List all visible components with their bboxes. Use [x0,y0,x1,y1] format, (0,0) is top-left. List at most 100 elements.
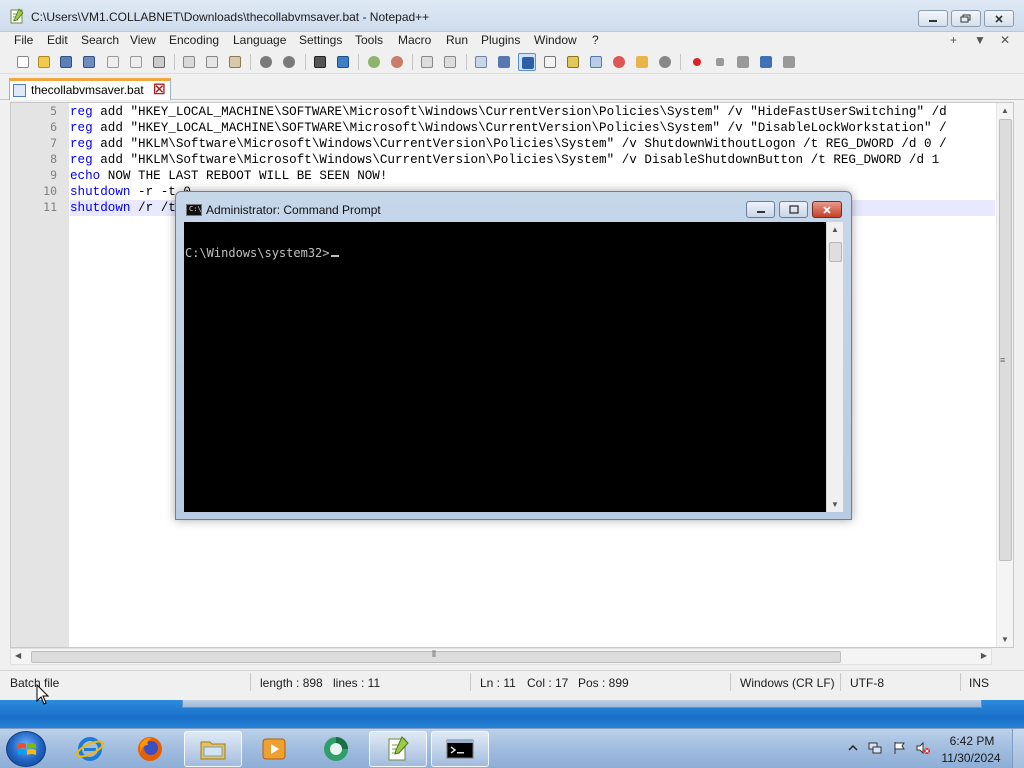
new-document-plus[interactable]: + [950,33,957,47]
save-all-icon[interactable] [80,53,98,71]
function-list-icon[interactable] [564,53,582,71]
command-prompt-taskbar-button[interactable] [431,731,489,767]
line-text: NOW THE LAST REBOOT WILL BE SEEN NOW! [100,169,388,183]
monitoring-icon[interactable] [610,53,628,71]
new-file-icon[interactable] [14,53,32,71]
cmd-minimize-button[interactable] [746,201,775,218]
cmd-close-button[interactable] [812,201,842,218]
notepad-plus-plus-icon [388,736,409,761]
encoding[interactable]: UTF-8 [850,676,884,690]
scroll-left-arrow-icon[interactable]: ◀ [15,651,21,660]
find-icon[interactable] [311,53,329,71]
menu-view[interactable]: View [130,33,156,47]
menu-file[interactable]: File [14,33,33,47]
scroll-up-arrow-icon[interactable]: ▲ [831,225,839,234]
close-button[interactable] [984,10,1014,27]
sync-horizontal-icon[interactable] [441,53,459,71]
tab-list-dropdown[interactable]: ▼ [974,33,986,47]
paste-icon[interactable] [226,53,244,71]
line-text: add "HKEY_LOCAL_MACHINE\SOFTWARE\Microso… [92,105,947,119]
media-player-taskbar-button[interactable] [245,731,303,767]
menu-encoding[interactable]: Encoding [169,33,219,47]
minimize-button[interactable] [918,10,948,27]
start-button[interactable] [6,731,46,767]
scroll-thumb[interactable] [829,242,842,262]
clock-time[interactable]: 6:42 PM [944,734,1000,748]
vertical-scrollbar[interactable]: ▲ ≡ ▼ [996,103,1013,647]
play-macro-icon[interactable] [734,53,752,71]
menu-help[interactable]: ? [592,33,599,47]
scroll-down-arrow-icon[interactable]: ▼ [831,500,839,509]
document-map-icon[interactable] [541,53,559,71]
run-macro-multiple-icon[interactable] [757,53,775,71]
toolbar-separator [358,54,359,70]
menu-run[interactable]: Run [446,33,468,47]
keyword: shutdown [70,201,131,215]
save-macro-icon[interactable] [780,53,798,71]
notepad-plus-plus-taskbar-button[interactable] [369,731,427,767]
zoom-out-icon[interactable] [388,53,406,71]
action-center-flag-icon[interactable] [892,741,906,755]
open-file-icon[interactable] [35,53,53,71]
status-divider [470,673,471,691]
scroll-thumb[interactable]: ⦀ [31,649,841,663]
scroll-down-arrow-icon[interactable]: ▼ [1001,635,1009,644]
insert-mode[interactable]: INS [969,676,989,690]
console-area[interactable]: C:\Windows\system32> [184,222,826,512]
zoom-in-icon[interactable] [365,53,383,71]
replace-icon[interactable] [334,53,352,71]
sync-vertical-icon[interactable] [418,53,436,71]
scroll-thumb[interactable] [999,119,1012,561]
network-icon[interactable] [868,741,882,755]
show-all-characters-icon[interactable] [495,53,513,71]
save-icon[interactable] [57,53,75,71]
menu-tools[interactable]: Tools [355,33,383,47]
file-explorer-taskbar-button[interactable] [184,731,242,767]
close-all-icon[interactable] [127,53,145,71]
copy-icon[interactable] [203,53,221,71]
menu-search[interactable]: Search [81,33,119,47]
folder-as-workspace-icon[interactable] [587,53,605,71]
undo-icon[interactable] [257,53,275,71]
preview-eye-icon[interactable] [656,53,674,71]
cut-icon[interactable] [180,53,198,71]
close-file-icon[interactable] [104,53,122,71]
folder-icon[interactable] [633,53,651,71]
stop-macro-icon[interactable] [711,53,729,71]
cmd-titlebar[interactable]: C:\ Administrator: Command Prompt [176,192,851,222]
menu-macro[interactable]: Macro [398,33,431,47]
cmd-vertical-scrollbar[interactable]: ▲ ▼ [826,222,843,512]
window-titlebar[interactable]: C:\Users\VM1.COLLABNET\Downloads\thecoll… [0,0,1024,32]
maximize-button[interactable] [951,10,981,27]
word-wrap-icon[interactable] [472,53,490,71]
indent-guide-icon[interactable] [518,53,536,71]
document-tab[interactable]: thecollabvmsaver.bat ☒ [9,78,171,100]
status-bar: Batch file length : 898 lines : 11 Ln : … [0,670,1024,694]
tab-close-icon[interactable]: ☒ [153,81,166,98]
clock-date[interactable]: 11/30/2024 [936,751,1006,765]
menu-window[interactable]: Window [534,33,577,47]
menu-language[interactable]: Language [233,33,286,47]
menu-edit[interactable]: Edit [47,33,68,47]
show-desktop-button[interactable] [1012,729,1024,768]
browser-app-taskbar-button[interactable] [307,731,365,767]
menu-settings[interactable]: Settings [299,33,342,47]
close-document-x[interactable]: ✕ [1000,33,1010,47]
text-cursor [330,255,339,257]
scroll-right-arrow-icon[interactable]: ▶ [981,651,987,660]
horizontal-scrollbar[interactable]: ◀ ⦀ ▶ [10,648,992,665]
scroll-up-arrow-icon[interactable]: ▲ [1001,106,1009,115]
menu-bar: File Edit Search View Encoding Language … [0,32,1024,50]
volume-muted-icon[interactable] [916,741,930,755]
internet-explorer-taskbar-button[interactable] [61,731,119,767]
firefox-taskbar-button[interactable] [121,731,179,767]
cmd-maximize-button[interactable] [779,201,808,218]
line-text: add "HKLM\Software\Microsoft\Windows\Cur… [92,137,947,151]
menu-plugins[interactable]: Plugins [481,33,520,47]
line-ending[interactable]: Windows (CR LF) [740,676,835,690]
record-macro-icon[interactable] [688,53,706,71]
redo-icon[interactable] [280,53,298,71]
grip-icon: ⦀ [432,649,436,659]
show-hidden-icons-icon[interactable] [846,741,860,755]
print-icon[interactable] [150,53,168,71]
